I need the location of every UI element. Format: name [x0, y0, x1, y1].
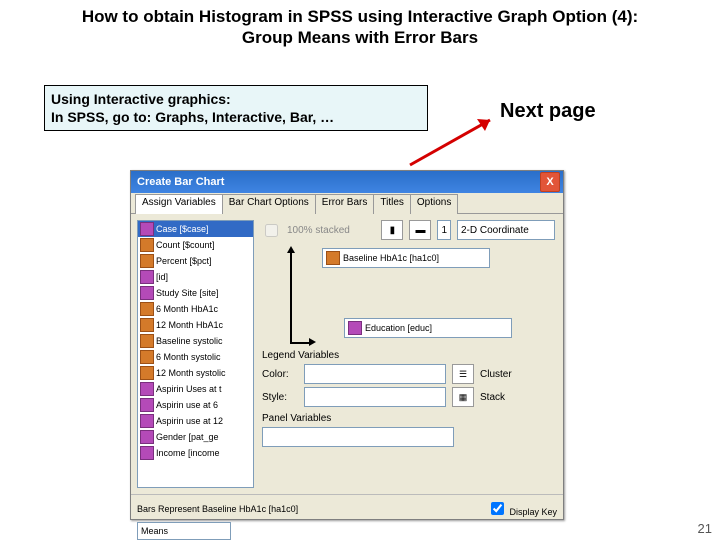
- stacked-checkbox[interactable]: [265, 224, 278, 237]
- summary-function-select[interactable]: Means: [137, 522, 231, 540]
- scale-icon: [140, 350, 154, 364]
- scale-icon: [140, 366, 154, 380]
- category-icon: [140, 270, 154, 284]
- category-icon: [140, 382, 154, 396]
- panel-row: [262, 427, 555, 447]
- scale-icon: [140, 302, 154, 316]
- assignment-pane: 100% stacked ▮ ▬ 1 2-D Coordinate Baseli…: [254, 214, 563, 494]
- stacked-label: 100% stacked: [287, 225, 350, 236]
- tab-assign-variables[interactable]: Assign Variables: [135, 194, 223, 214]
- cluster-button[interactable]: ☰: [452, 364, 474, 384]
- style-row: Style: ▦ Stack: [262, 387, 555, 407]
- scale-icon: [140, 318, 154, 332]
- close-button[interactable]: X: [540, 172, 560, 192]
- tab-options[interactable]: Options: [410, 194, 458, 214]
- list-item[interactable]: 6 Month HbA1c: [138, 301, 253, 317]
- coordinate-select[interactable]: 1: [437, 220, 451, 240]
- display-key-label: Display Key: [509, 507, 557, 517]
- list-item[interactable]: Income [income: [138, 445, 253, 461]
- bottom-strip: Bars Represent Baseline HbA1c [ha1c0] Di…: [131, 494, 563, 544]
- tab-strip: Assign Variables Bar Chart Options Error…: [131, 193, 563, 214]
- chart-type-button-2[interactable]: ▬: [409, 220, 431, 240]
- tab-titles[interactable]: Titles: [373, 194, 411, 214]
- variable-list[interactable]: Case [$case] Count [$count] Percent [$pc…: [137, 220, 254, 488]
- legend-heading: Legend Variables: [262, 350, 555, 361]
- title-bar[interactable]: Create Bar Chart X: [131, 171, 563, 193]
- scale-icon: [140, 334, 154, 348]
- category-icon: [140, 286, 154, 300]
- spss-dialog: Create Bar Chart X Assign Variables Bar …: [130, 170, 564, 520]
- close-icon: X: [546, 176, 553, 188]
- instruction-box: Using Interactive graphics: In SPSS, go …: [44, 85, 428, 131]
- color-row: Color: ☰ Cluster: [262, 364, 555, 384]
- axes-zone: Baseline HbA1c [ha1c0] Education [educ]: [262, 248, 555, 344]
- tab-error-bars[interactable]: Error Bars: [315, 194, 375, 214]
- list-item[interactable]: 12 Month HbA1c: [138, 317, 253, 333]
- bars-represent-label: Bars Represent Baseline HbA1c [ha1c0]: [137, 504, 298, 514]
- stack-button[interactable]: ▦: [452, 387, 474, 407]
- scale-icon: [326, 251, 340, 265]
- list-item[interactable]: Gender [pat_ge: [138, 429, 253, 445]
- scale-icon: [140, 254, 154, 268]
- chart-type-button-1[interactable]: ▮: [381, 220, 403, 240]
- cluster-label: Cluster: [480, 369, 512, 380]
- hint-line-2: In SPSS, go to: Graphs, Interactive, Bar…: [51, 109, 334, 125]
- y-axis-target[interactable]: Baseline HbA1c [ha1c0]: [322, 248, 490, 268]
- top-controls: 100% stacked ▮ ▬ 1 2-D Coordinate: [262, 220, 555, 240]
- color-field[interactable]: [304, 364, 446, 384]
- coordinate-dim-select[interactable]: 2-D Coordinate: [457, 220, 555, 240]
- list-item[interactable]: Aspirin use at 6: [138, 397, 253, 413]
- category-icon: [348, 321, 362, 335]
- category-icon: [140, 222, 154, 236]
- category-icon: [140, 446, 154, 460]
- list-item[interactable]: Study Site [site]: [138, 285, 253, 301]
- list-item[interactable]: Case [$case]: [138, 221, 253, 237]
- list-item[interactable]: Aspirin Uses at t: [138, 381, 253, 397]
- x-axis-target[interactable]: Education [educ]: [344, 318, 512, 338]
- category-icon: [140, 398, 154, 412]
- list-item[interactable]: Baseline systolic: [138, 333, 253, 349]
- tab-bar-chart-options[interactable]: Bar Chart Options: [222, 194, 316, 214]
- stack-label: Stack: [480, 392, 505, 403]
- style-label: Style:: [262, 392, 298, 403]
- list-item[interactable]: 12 Month systolic: [138, 365, 253, 381]
- slide-number: 21: [698, 521, 712, 536]
- category-icon: [140, 414, 154, 428]
- list-item[interactable]: 6 Month systolic: [138, 349, 253, 365]
- color-label: Color:: [262, 369, 298, 380]
- dialog-body: Case [$case] Count [$count] Percent [$pc…: [131, 214, 563, 494]
- list-item[interactable]: [id]: [138, 269, 253, 285]
- display-key-checkbox[interactable]: [491, 502, 504, 515]
- title-line-1: How to obtain Histogram in SPSS using In…: [82, 7, 638, 26]
- scale-icon: [140, 238, 154, 252]
- list-item[interactable]: Percent [$pct]: [138, 253, 253, 269]
- next-page-label: Next page: [500, 100, 596, 123]
- window-title: Create Bar Chart: [134, 176, 224, 188]
- style-field[interactable]: [304, 387, 446, 407]
- arrow-to-next: [405, 105, 505, 175]
- hint-line-1: Using Interactive graphics:: [51, 91, 231, 107]
- list-item[interactable]: Aspirin use at 12: [138, 413, 253, 429]
- panel-field[interactable]: [262, 427, 454, 447]
- slide-title: How to obtain Histogram in SPSS using In…: [0, 0, 720, 49]
- axes-icon: [290, 252, 310, 344]
- list-item[interactable]: Count [$count]: [138, 237, 253, 253]
- category-icon: [140, 430, 154, 444]
- panel-heading: Panel Variables: [262, 413, 555, 424]
- title-line-2: Group Means with Error Bars: [242, 28, 478, 47]
